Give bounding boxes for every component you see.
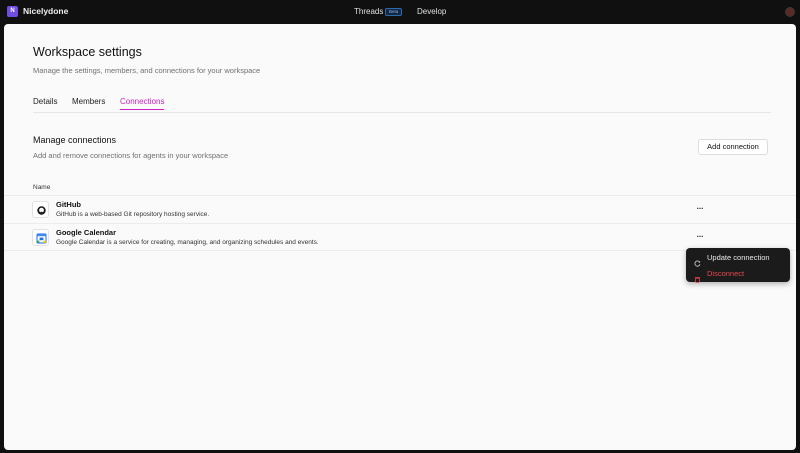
refresh-icon [694, 254, 701, 267]
connection-description: Google Calendar is a service for creatin… [56, 239, 319, 246]
github-icon [32, 201, 49, 218]
column-header-name: Name [33, 184, 51, 191]
row-actions-dropdown: Update connection Disconnect [686, 248, 790, 283]
page-title: Workspace settings [33, 45, 142, 59]
app-name[interactable]: Nicelydone [23, 6, 68, 16]
settings-tabs: Details Members Connections [33, 97, 771, 113]
disconnect-menu-item[interactable]: Disconnect [686, 266, 790, 283]
trash-icon [694, 270, 701, 283]
update-connection-label: Update connection [707, 253, 770, 262]
disconnect-label: Disconnect [707, 269, 745, 278]
app-logo[interactable]: N [7, 6, 18, 17]
table-row[interactable]: Google Calendar Google Calendar is a ser… [4, 223, 796, 251]
update-connection-menu-item[interactable]: Update connection [686, 250, 790, 267]
tab-members[interactable]: Members [72, 97, 105, 106]
tab-details[interactable]: Details [33, 97, 57, 106]
settings-panel: Workspace settings Manage the settings, … [4, 24, 796, 450]
connection-name: GitHub [56, 200, 81, 209]
beta-badge: Beta [385, 8, 403, 16]
tab-connections[interactable]: Connections [120, 97, 165, 110]
page-subtitle: Manage the settings, members, and connec… [33, 66, 261, 75]
nav-develop-link[interactable]: Develop [417, 7, 446, 16]
section-title: Manage connections [33, 135, 117, 145]
nav-threads-link[interactable]: Threads [354, 7, 383, 16]
section-subtitle: Add and remove connections for agents in… [33, 151, 229, 160]
top-navigation-bar: N Nicelydone Threads Beta Develop [0, 0, 800, 24]
connection-description: GitHub is a web-based Git repository hos… [56, 211, 210, 218]
user-avatar[interactable] [785, 7, 795, 17]
add-connection-button[interactable]: Add connection [698, 139, 768, 155]
row-actions-menu-button[interactable]: ... [694, 231, 706, 242]
connection-name: Google Calendar [56, 228, 117, 237]
google-calendar-icon [32, 229, 49, 246]
table-row[interactable]: GitHub GitHub is a web-based Git reposit… [4, 195, 796, 223]
row-actions-menu-button[interactable]: ... [694, 203, 706, 214]
